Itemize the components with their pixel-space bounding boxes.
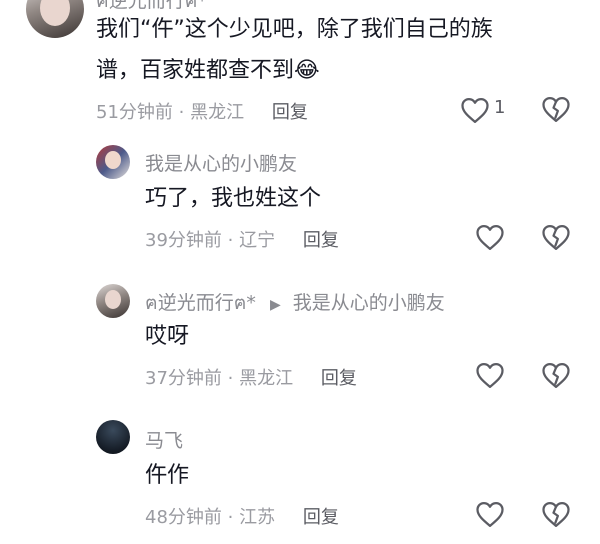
comment-location: 江苏 bbox=[239, 507, 276, 528]
comment-location: 辽宁 bbox=[239, 230, 276, 251]
reply-button[interactable]: 回复 bbox=[303, 230, 339, 251]
broken-heart-icon bbox=[542, 225, 570, 250]
like-button[interactable] bbox=[475, 361, 505, 391]
comment-text-continued: 谱，百家姓都查不到😂 bbox=[96, 56, 320, 86]
reply-arrow-icon: ▶ bbox=[269, 297, 281, 313]
avatar[interactable] bbox=[26, 0, 84, 38]
avatar[interactable] bbox=[96, 420, 130, 454]
avatar[interactable] bbox=[96, 284, 130, 318]
heart-icon bbox=[476, 363, 504, 388]
reply-button[interactable]: 回复 bbox=[321, 368, 357, 389]
dislike-button[interactable] bbox=[541, 361, 571, 391]
like-button[interactable]: 1 bbox=[460, 95, 506, 125]
reply-header: ฅ逆光而行ฅ* ▶ 我是从心的小鹏友 bbox=[145, 288, 445, 318]
heart-icon bbox=[476, 502, 504, 527]
comment-location: 黑龙江 bbox=[190, 102, 245, 123]
reply-button[interactable]: 回复 bbox=[272, 102, 308, 123]
tears-of-joy-emoji: 😂 bbox=[294, 58, 320, 83]
comment-text: 巧了，我也姓这个 bbox=[145, 186, 322, 211]
reply-button[interactable]: 回复 bbox=[303, 507, 339, 528]
comment-time: 48分钟前 bbox=[145, 507, 222, 528]
comment-meta: 48分钟前 · 江苏 回复 bbox=[145, 507, 339, 528]
heart-icon bbox=[461, 98, 489, 123]
comment-text: 仵作 bbox=[145, 463, 190, 488]
comment-time: 39分钟前 bbox=[145, 230, 222, 251]
comment-text: 哎呀 bbox=[145, 324, 190, 349]
like-count: 1 bbox=[494, 97, 506, 118]
comment-author[interactable]: ฅ逆光而行ฅ* bbox=[145, 292, 256, 314]
comment-meta: 51分钟前 · 黑龙江 回复 bbox=[96, 102, 308, 123]
heart-icon bbox=[476, 225, 504, 250]
like-button[interactable] bbox=[475, 500, 505, 530]
broken-heart-icon bbox=[542, 502, 570, 527]
comment-meta: 39分钟前 · 辽宁 回复 bbox=[145, 230, 339, 251]
comment-text-line2: 谱，百家姓都查不到 bbox=[96, 58, 295, 83]
comment-time: 37分钟前 bbox=[145, 368, 222, 389]
comment-text: 我们“仵”这个少见吧，除了我们自己的族 bbox=[96, 17, 493, 42]
reply-to-user[interactable]: 我是从心的小鹏友 bbox=[293, 292, 445, 314]
comment-time: 51分钟前 bbox=[96, 102, 173, 123]
like-button[interactable] bbox=[475, 223, 505, 253]
comment-author[interactable]: 马飞 bbox=[145, 426, 183, 453]
comment-author[interactable]: ฅ逆光而行ฅ* bbox=[96, 0, 207, 16]
broken-heart-icon bbox=[542, 97, 570, 122]
comment-meta: 37分钟前 · 黑龙江 回复 bbox=[145, 368, 357, 389]
comment-location: 黑龙江 bbox=[239, 368, 294, 389]
dislike-button[interactable] bbox=[541, 223, 571, 253]
avatar[interactable] bbox=[96, 145, 130, 179]
comment-author[interactable]: 我是从心的小鹏友 bbox=[145, 149, 297, 176]
dislike-button[interactable] bbox=[541, 500, 571, 530]
dislike-button[interactable] bbox=[541, 95, 571, 125]
broken-heart-icon bbox=[542, 363, 570, 388]
